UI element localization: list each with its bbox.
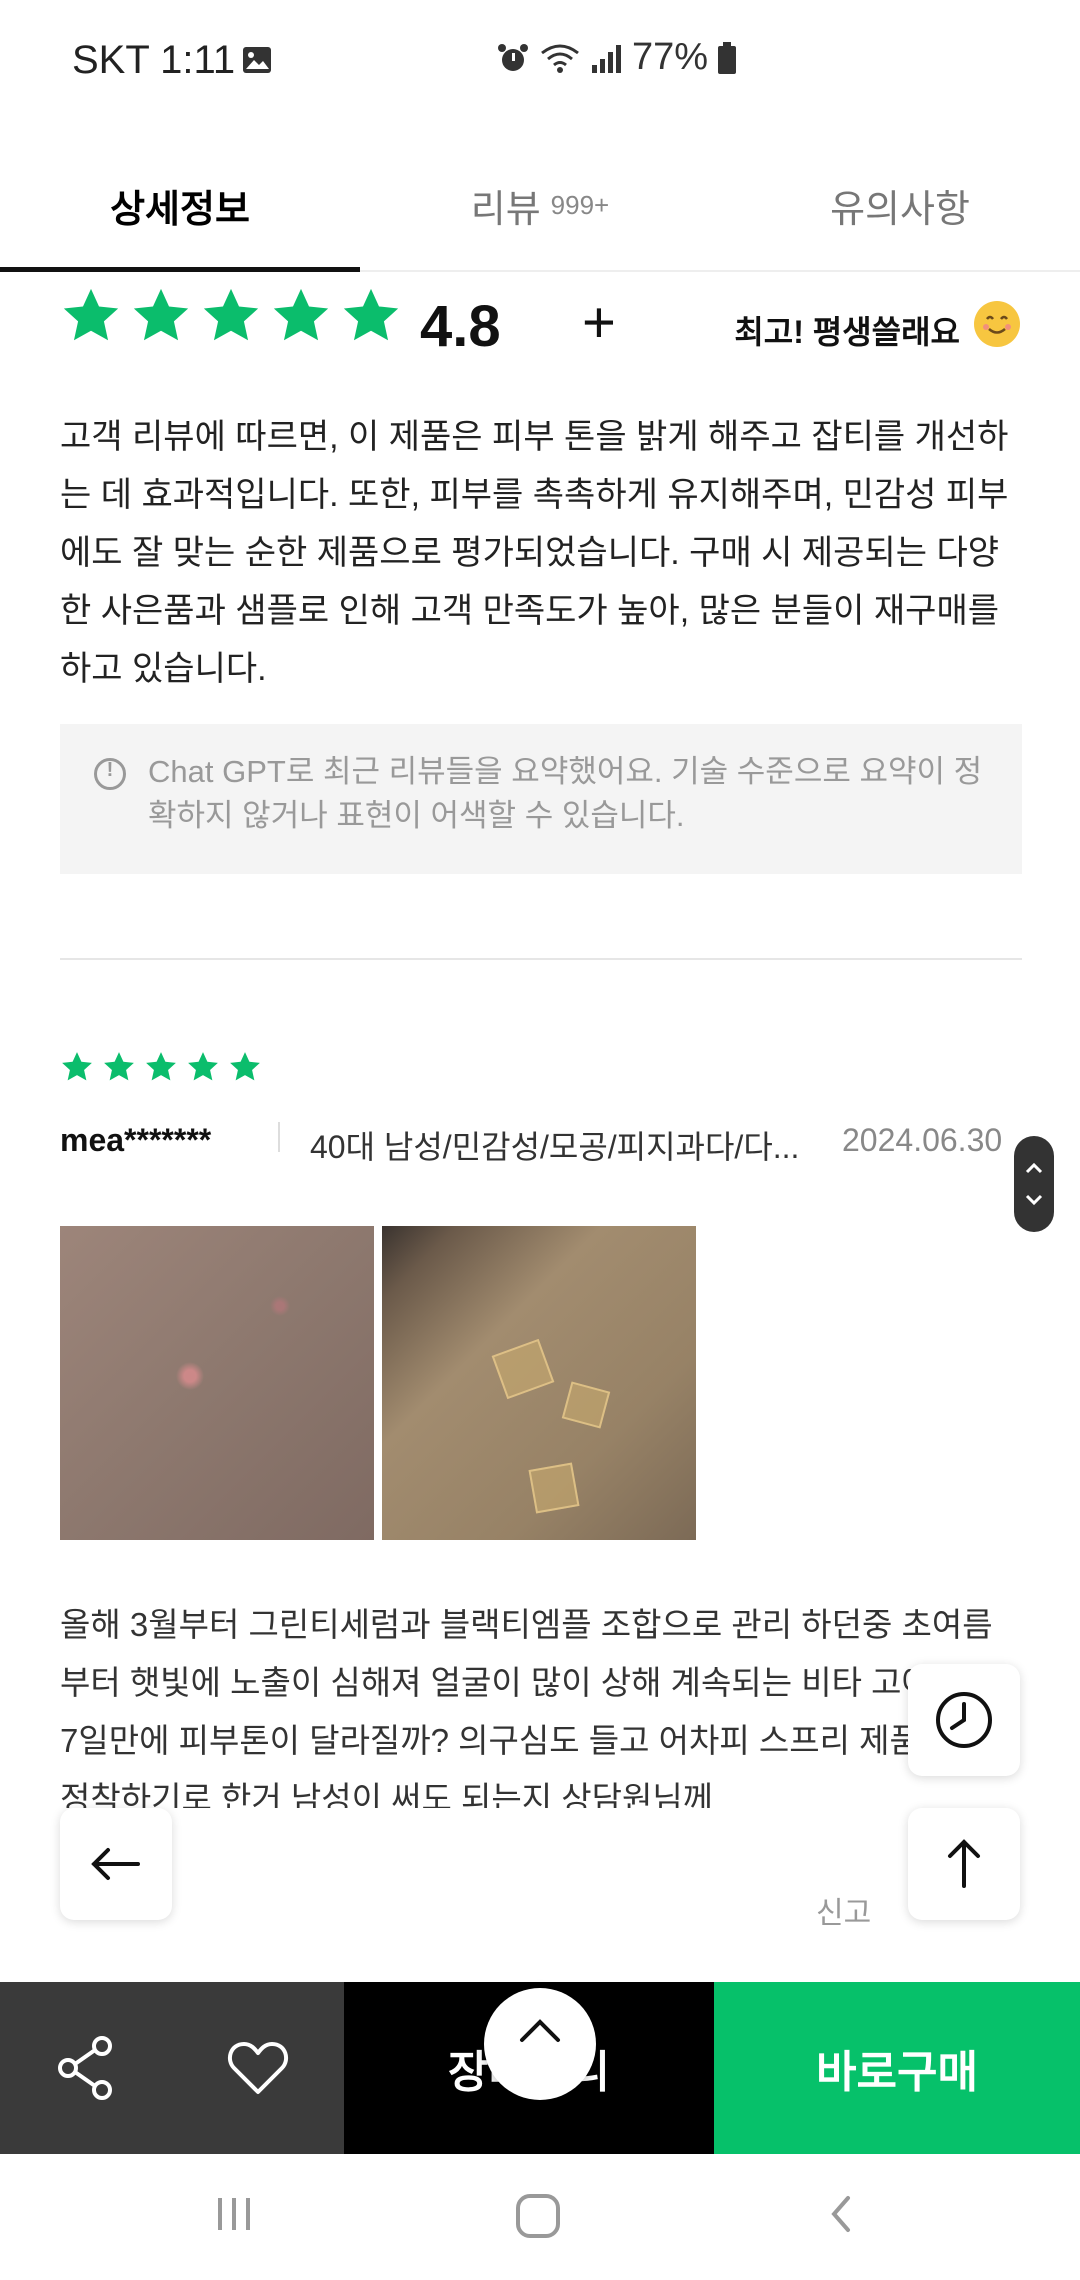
home-icon[interactable] [512,2190,564,2242]
star-icon [343,288,399,341]
reviewer-name: mea******* [60,1122,212,1158]
active-tab-indicator [0,267,360,272]
skin-patch [491,1338,555,1400]
review-stars [60,1050,262,1084]
status-bar: SKT 1:11 77% [0,0,1080,130]
star-icon [104,1052,134,1081]
tab-notices-label: 유의사항 [830,188,970,231]
skin-patch [561,1381,611,1429]
star-icon [133,288,189,341]
separator [278,1122,280,1152]
rating-summary: 4.8 + 최고! 평생쓸래요 [60,285,1020,365]
recent-apps-icon[interactable] [210,2190,258,2238]
star-icon [230,1052,260,1081]
divider [60,958,1022,960]
image-notification-icon [243,47,271,73]
buy-button-label: 바로구매 [816,2048,978,2097]
arrow-left-icon [91,1848,140,1880]
review-summary-text: 고객 리뷰에 따르면, 이 제품은 피부 톤을 밝게 해주고 잡티를 개선하는 … [60,418,1009,688]
star-icon [146,1052,176,1081]
chevron-up-icon [520,2019,560,2042]
signal-icon [592,44,621,73]
back-button[interactable] [60,1808,172,1920]
skin-patch [528,1462,580,1514]
smile-emoji-icon [974,301,1020,347]
back-nav-icon[interactable] [818,2190,866,2238]
fast-scroll-handle[interactable] [1014,1136,1054,1232]
rating-expand-button[interactable]: + [582,289,616,356]
review-body: 올해 3월부터 그린티세럼과 블랙티엠플 조합으로 관리 하던중 초여름부터 햇… [60,1606,1002,1808]
review-photo[interactable] [60,1226,374,1540]
share-like-area [0,1982,344,2154]
heart-icon[interactable] [222,2032,294,2104]
tab-details[interactable]: 상세정보 [0,140,360,270]
arrow-up-icon [948,1839,980,1888]
tab-reviews-label: 리뷰 [470,188,541,231]
tab-reviews-count: 999+ [550,189,610,220]
star-icon [203,288,259,341]
collapse-button[interactable] [484,1988,596,2100]
star-icon [273,288,329,341]
battery-icon [718,41,737,74]
rating-value: 4.8 [420,294,501,359]
recent-viewed-button[interactable] [908,1664,1020,1776]
review-date: 2024.06.30 [842,1122,1003,1158]
status-right-group: 77% [496,36,738,79]
tab-notices[interactable]: 유의사항 [720,140,1080,270]
tab-reviews[interactable]: 리뷰 999+ [360,140,720,270]
tab-details-label: 상세정보 [110,188,250,231]
share-icon[interactable] [50,2032,122,2104]
system-nav-bar [0,2154,1080,2280]
star-icon [62,1052,92,1081]
ai-summary-notice-text: Chat GPT로 최근 리뷰들을 요약했어요. 기술 수준으로 요약이 정확하… [148,754,983,833]
info-icon [94,758,126,790]
scroll-chevrons-icon [1025,1162,1043,1206]
report-link[interactable]: 신고 [816,1888,871,1932]
ai-summary-notice: Chat GPT로 최근 리뷰들을 요약했어요. 기술 수준으로 요약이 정확하… [60,724,1022,874]
reviewer-profile[interactable]: 40대 남성/민감성/모공/피지과다/다... [310,1122,830,1168]
star-icon [63,288,119,341]
review-photo[interactable] [382,1226,696,1540]
scroll-to-top-button[interactable] [908,1808,1020,1920]
tab-bar: 상세정보 리뷰 999+ 유의사항 [0,140,1080,272]
clock-icon [936,1692,992,1748]
wifi-icon [541,44,579,73]
star-icon [188,1052,218,1081]
alarm-icon [498,43,528,71]
battery-percent: 77% [632,36,709,78]
buy-now-button[interactable]: 바로구매 [714,1982,1080,2154]
status-time: SKT 1:11 [72,38,236,82]
rating-phrase: 최고! 평생쓸래요 [734,314,960,350]
